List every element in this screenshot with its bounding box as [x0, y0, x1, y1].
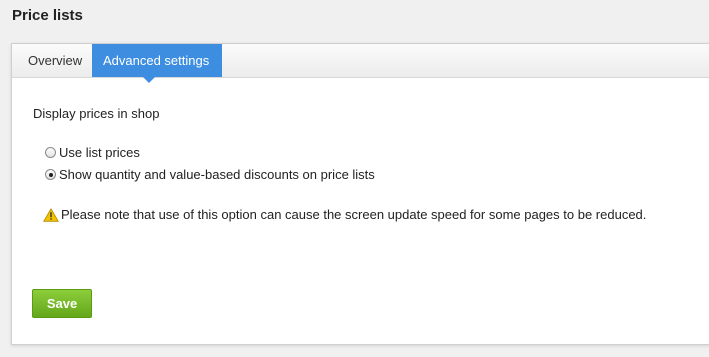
warning-icon: [43, 207, 59, 222]
tab-advanced-settings-label: Advanced settings: [103, 53, 210, 68]
radio-show-discounts[interactable]: Show quantity and value-based discounts …: [45, 167, 375, 182]
performance-notice: Please note that use of this option can …: [43, 207, 646, 222]
page-title: Price lists: [12, 7, 83, 24]
radio-button-checked[interactable]: [45, 169, 56, 180]
tab-bar: Overview Advanced settings: [12, 44, 709, 83]
save-button[interactable]: Save: [32, 289, 92, 318]
radio-button-unchecked[interactable]: [45, 147, 56, 158]
radio-show-discounts-label: Show quantity and value-based discounts …: [59, 167, 375, 182]
active-tab-caret-icon: [143, 77, 155, 83]
settings-panel: Overview Advanced settings Display price…: [11, 43, 709, 345]
display-prices-label: Display prices in shop: [33, 106, 160, 121]
tab-overview[interactable]: Overview: [17, 44, 97, 77]
radio-use-list-prices-label: Use list prices: [59, 145, 140, 160]
tab-advanced-settings[interactable]: Advanced settings: [92, 44, 222, 83]
notice-text: Please note that use of this option can …: [61, 207, 647, 222]
radio-use-list-prices[interactable]: Use list prices: [45, 145, 140, 160]
